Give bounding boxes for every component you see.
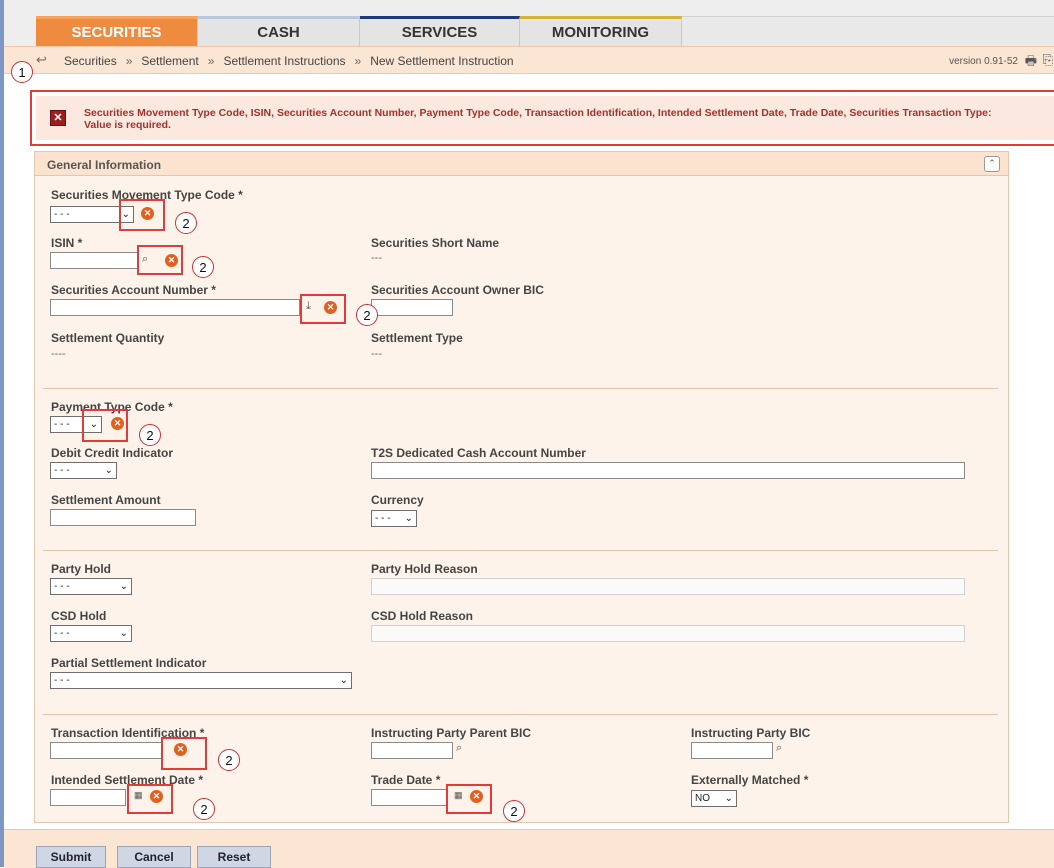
instructing-party-bic-label: Instructing Party BIC <box>691 726 811 740</box>
securities-account-number-input[interactable] <box>50 299 300 316</box>
version-label: version 0.91-52 <box>949 56 1018 67</box>
collapse-icon[interactable]: ⌃ <box>984 156 1000 172</box>
t2s-cash-account-label: T2S Dedicated Cash Account Number <box>371 446 586 460</box>
tab-cash[interactable]: CASH <box>198 16 360 46</box>
settlement-type-label: Settlement Type <box>371 331 463 345</box>
annotation-box <box>127 784 173 814</box>
securities-account-owner-bic-input[interactable] <box>371 299 453 316</box>
instructing-party-parent-bic-input[interactable] <box>371 742 453 759</box>
securities-short-name-label: Securities Short Name <box>371 236 500 250</box>
breadcrumb-item-securities[interactable]: Securities <box>64 54 117 68</box>
csd-hold-reason-label: CSD Hold Reason <box>371 609 474 623</box>
annotation-marker-2: 2 <box>175 212 197 234</box>
trade-date-input[interactable] <box>371 789 447 806</box>
back-arrow-icon[interactable]: ↩ <box>36 52 47 68</box>
export-icon[interactable]: ⎘ <box>1043 52 1053 68</box>
panel-title: General Information <box>47 158 162 172</box>
error-close-icon[interactable]: ✕ <box>50 110 66 126</box>
party-hold-label: Party Hold <box>51 562 112 576</box>
t2s-cash-account-input[interactable] <box>371 462 965 479</box>
annotation-marker-2: 2 <box>503 800 525 822</box>
breadcrumb-item-settlement-instructions[interactable]: Settlement Instructions <box>223 54 345 68</box>
currency-label: Currency <box>371 493 424 507</box>
trade-date-label: Trade Date * <box>371 773 441 787</box>
isin-input[interactable] <box>50 252 138 269</box>
chevron-down-icon: ⌄ <box>404 513 413 524</box>
annotation-marker-2: 2 <box>139 424 161 446</box>
print-icon[interactable]: 🖶 <box>1025 52 1037 74</box>
transaction-identification-input[interactable] <box>50 742 162 759</box>
intended-settlement-date-input[interactable] <box>50 789 126 806</box>
securities-short-name-value: --- <box>371 252 382 264</box>
footer-bar: Submit Cancel Reset <box>4 829 1054 868</box>
securities-account-owner-bic-label: Securities Account Owner BIC <box>371 283 544 297</box>
error-message-text: Securities Movement Type Code, ISIN, Sec… <box>84 107 992 131</box>
annotation-box <box>446 784 492 814</box>
section-divider <box>43 714 998 715</box>
debit-credit-indicator-select[interactable]: - - - ⌄ <box>50 462 117 479</box>
breadcrumb-bar: ↩ Securities» Settlement» Settlement Instr… <box>4 46 1054 74</box>
instructing-party-bic-input[interactable] <box>691 742 773 759</box>
breadcrumb-item-current: New Settlement Instruction <box>370 54 514 68</box>
chevron-down-icon: ⌄ <box>104 465 113 476</box>
chevron-down-icon: ⌄ <box>119 581 128 592</box>
chevron-down-icon: ⌄ <box>339 675 348 686</box>
settlement-quantity-label: Settlement Quantity <box>51 331 165 345</box>
tab-securities[interactable]: SECURITIES <box>36 16 198 46</box>
annotation-marker-1: 1 <box>11 61 33 83</box>
search-icon[interactable]: ⌕ <box>776 742 782 755</box>
error-message-background: ✕ Securities Movement Type Code, ISIN, S… <box>36 96 1054 140</box>
externally-matched-label: Externally Matched * <box>691 773 809 787</box>
csd-hold-select[interactable]: - - - ⌄ <box>50 625 132 642</box>
currency-select[interactable]: - - - ⌄ <box>371 510 417 527</box>
submit-button[interactable]: Submit <box>36 846 106 868</box>
settlement-amount-label: Settlement Amount <box>51 493 161 507</box>
chevron-down-icon: ⌄ <box>724 793 733 804</box>
annotation-box <box>300 294 346 324</box>
annotation-box <box>82 409 128 442</box>
debit-credit-indicator-label: Debit Credit Indicator <box>51 446 174 460</box>
annotation-marker-2: 2 <box>193 798 215 820</box>
partial-settlement-indicator-select[interactable]: - - - ⌄ <box>50 672 352 689</box>
securities-account-number-label: Securities Account Number * <box>51 283 216 297</box>
panel-header: General Information ⌃ <box>35 152 1008 176</box>
party-hold-reason-label: Party Hold Reason <box>371 562 478 576</box>
partial-settlement-indicator-label: Partial Settlement Indicator <box>51 656 207 670</box>
annotation-marker-2: 2 <box>192 256 214 278</box>
externally-matched-select[interactable]: NO ⌄ <box>691 790 737 807</box>
reset-button[interactable]: Reset <box>197 846 271 868</box>
settlement-type-value: --- <box>371 348 382 360</box>
annotation-marker-2: 2 <box>356 304 378 326</box>
csd-hold-reason-input <box>371 625 965 642</box>
error-message-box: ✕ Securities Movement Type Code, ISIN, S… <box>30 90 1054 146</box>
top-tab-bar: SECURITIES CASH SERVICES MONITORING <box>4 0 1054 46</box>
annotation-marker-2: 2 <box>218 749 240 771</box>
breadcrumb: Securities» Settlement» Settlement Instruc… <box>64 54 514 68</box>
csd-hold-label: CSD Hold <box>51 609 107 623</box>
tab-monitoring[interactable]: MONITORING <box>520 16 682 46</box>
section-divider <box>43 388 998 389</box>
instructing-party-parent-bic-label: Instructing Party Parent BIC <box>371 726 532 740</box>
party-hold-reason-input <box>371 578 965 595</box>
left-border <box>0 0 4 867</box>
settlement-quantity-value: ---- <box>51 348 66 360</box>
search-icon[interactable]: ⌕ <box>456 742 462 755</box>
chevron-down-icon: ⌄ <box>119 628 128 639</box>
breadcrumb-item-settlement[interactable]: Settlement <box>141 54 198 68</box>
annotation-box <box>161 737 207 770</box>
tab-bar-filler <box>682 16 1054 46</box>
annotation-box <box>137 245 183 275</box>
section-divider <box>43 550 998 551</box>
isin-label: ISIN * <box>51 236 83 250</box>
annotation-box <box>119 199 165 231</box>
tab-services[interactable]: SERVICES <box>360 16 520 46</box>
party-hold-select[interactable]: - - - ⌄ <box>50 578 132 595</box>
cancel-button[interactable]: Cancel <box>117 846 191 868</box>
settlement-amount-input[interactable] <box>50 509 196 526</box>
